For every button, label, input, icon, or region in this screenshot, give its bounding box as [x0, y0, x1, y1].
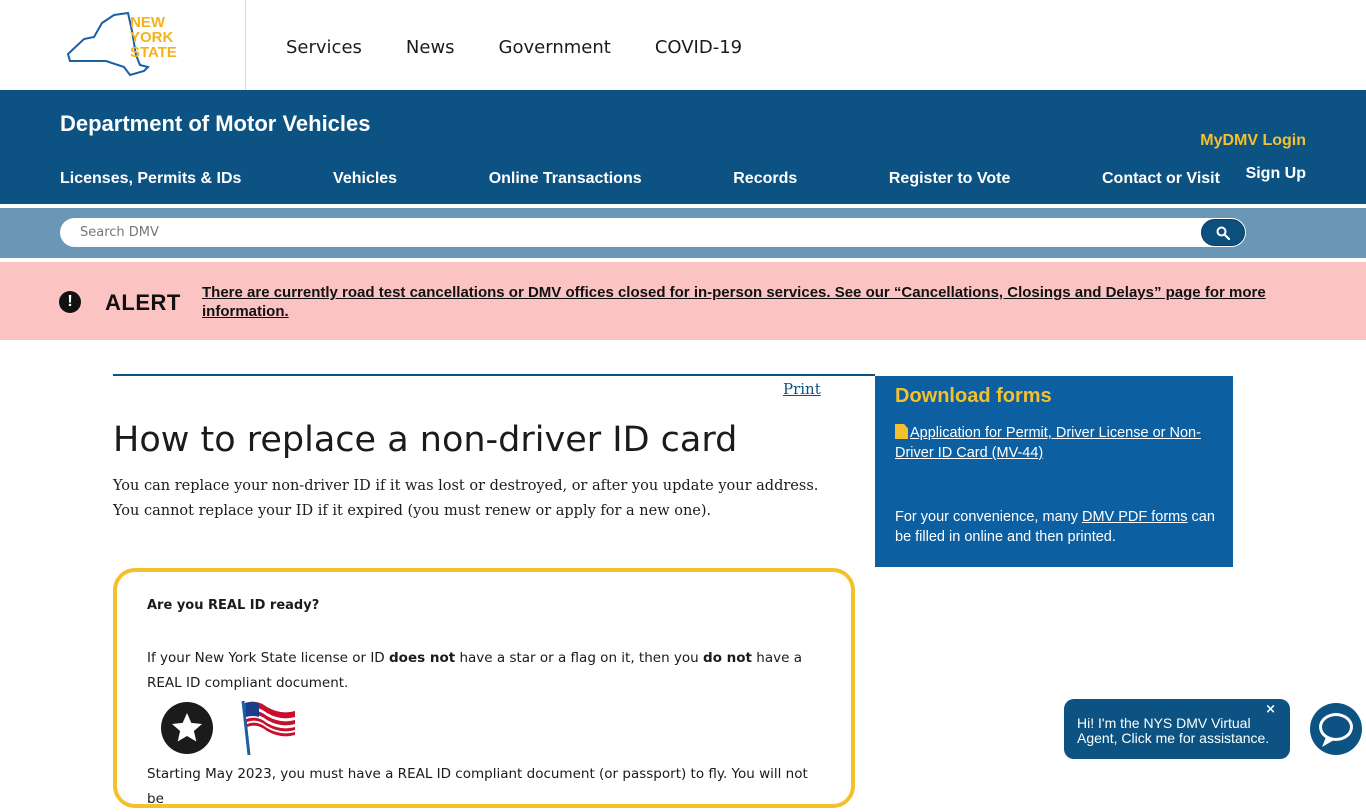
sign-up-link[interactable]: Sign Up [1246, 165, 1306, 183]
flag-icon [237, 699, 299, 757]
dmv-title[interactable]: Department of Motor Vehicles [60, 111, 371, 137]
virtual-agent-message: Hi! I'm the NYS DMV Virtual Agent, Click… [1077, 715, 1270, 746]
print-link[interactable]: Print [783, 380, 821, 398]
dmv-nav-vehicles[interactable]: Vehicles [333, 170, 397, 188]
content-divider [113, 374, 875, 376]
document-icon [895, 424, 908, 439]
chat-launcher-button[interactable] [1310, 703, 1362, 755]
mydmv-login-link[interactable]: MyDMV Login [1200, 132, 1306, 150]
real-id-description: If your New York State license or ID doe… [147, 650, 802, 691]
dmv-nav-online-transactions[interactable]: Online Transactions [489, 170, 642, 188]
alert-message-link[interactable]: There are currently road test cancellati… [202, 283, 1292, 321]
close-icon[interactable]: × [1265, 702, 1276, 717]
dmv-nav: Licenses, Permits & IDs Vehicles Online … [60, 170, 1220, 188]
search-icon [1216, 226, 1230, 240]
header-divider [245, 0, 246, 90]
state-nav: Services News Government COVID-19 [286, 37, 742, 58]
ny-state-logo[interactable]: NEW YORK STATE [66, 9, 186, 79]
real-id-more-text: Starting May 2023, you must have a REAL … [147, 766, 808, 807]
dmv-nav-records[interactable]: Records [733, 170, 797, 188]
chat-icon [1319, 713, 1353, 747]
download-forms-title: Download forms [895, 385, 1052, 407]
mv44-form-link[interactable]: Application for Permit, Driver License o… [895, 423, 1215, 463]
search-bar [0, 208, 1366, 258]
search-input[interactable] [60, 218, 1246, 247]
forms-note: For your convenience, many DMV PDF forms… [895, 509, 1215, 545]
alert-label: ALERT [105, 290, 181, 315]
state-nav-government[interactable]: Government [499, 37, 611, 58]
dmv-nav-contact[interactable]: Contact or Visit [1102, 170, 1220, 188]
search-button[interactable] [1201, 219, 1245, 246]
alert-banner: ! ALERT There are currently road test ca… [0, 262, 1366, 340]
exclamation-icon: ! [59, 291, 81, 313]
state-nav-covid[interactable]: COVID-19 [655, 37, 742, 58]
intro-text: You can replace your non-driver ID if it… [113, 478, 819, 519]
dmv-nav-licenses[interactable]: Licenses, Permits & IDs [60, 170, 241, 188]
real-id-callout: Are you REAL ID ready? If your New York … [113, 568, 855, 808]
download-forms-panel: Download forms Application for Permit, D… [875, 376, 1233, 567]
page-title: How to replace a non-driver ID card [113, 420, 738, 460]
state-nav-services[interactable]: Services [286, 37, 362, 58]
state-header: NEW YORK STATE Services News Government CO… [0, 0, 1366, 90]
state-nav-news[interactable]: News [406, 37, 455, 58]
star-icon [161, 702, 213, 754]
virtual-agent-prompt[interactable]: × Hi! I'm the NYS DMV Virtual Agent, Cli… [1064, 699, 1290, 759]
dmv-pdf-forms-link[interactable]: DMV PDF forms [1082, 509, 1188, 525]
real-id-question: Are you REAL ID ready? [147, 598, 320, 613]
logo-wordmark: NEW YORK STATE [130, 14, 177, 61]
dmv-nav-register-to-vote[interactable]: Register to Vote [889, 170, 1011, 188]
dmv-header: Department of Motor Vehicles MyDMV Login… [0, 90, 1366, 204]
